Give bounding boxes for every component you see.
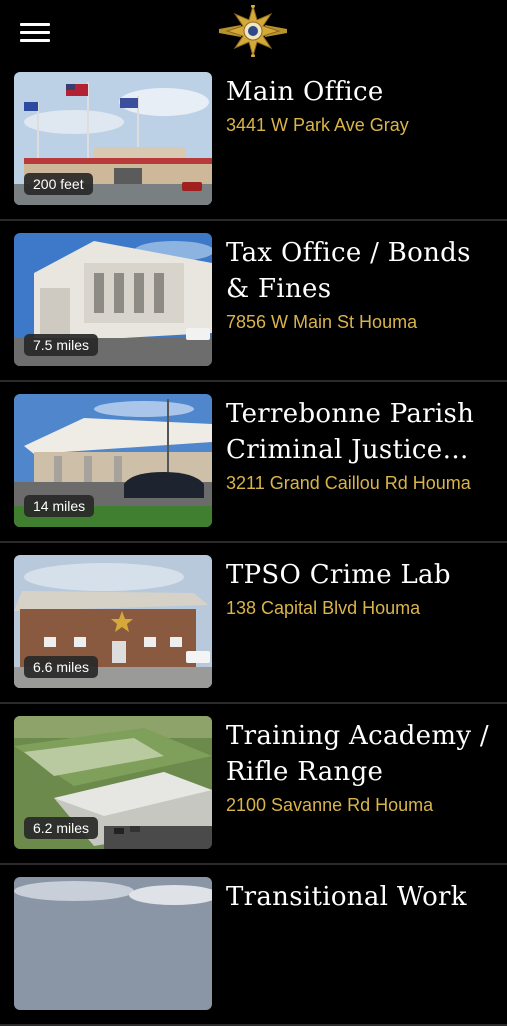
location-name: Training Academy / Rifle Range <box>226 721 489 787</box>
hamburger-menu-icon[interactable] <box>20 22 50 44</box>
location-photo: 7.5 miles <box>14 233 212 366</box>
list-item[interactable]: 200 feet Main Office 3441 W Park Ave Gra… <box>0 60 507 221</box>
distance-badge: 6.6 miles <box>24 656 99 678</box>
location-address: 2100 Savanne Rd Houma <box>226 795 434 815</box>
location-list: 200 feet Main Office 3441 W Park Ave Gra… <box>0 60 507 1026</box>
location-photo: 6.2 miles <box>14 716 212 849</box>
list-item[interactable]: 7.5 miles Tax Office / Bonds & Fines 785… <box>0 221 507 382</box>
location-address: 7856 W Main St Houma <box>226 312 418 332</box>
location-address: 3211 Grand Caillou Rd Houma <box>226 473 471 493</box>
location-photo: 200 feet <box>14 72 212 205</box>
list-item[interactable]: Transitional Work <box>0 865 507 1026</box>
distance-badge: 200 feet <box>24 173 93 195</box>
list-item[interactable]: 6.2 miles Training Academy / Rifle Range… <box>0 704 507 865</box>
list-item[interactable]: 6.6 miles TPSO Crime Lab 138 Capital Blv… <box>0 543 507 704</box>
list-item[interactable]: 14 miles Terrebonne Parish Criminal Just… <box>0 382 507 543</box>
location-photo: 6.6 miles <box>14 555 212 688</box>
distance-badge: 14 miles <box>24 495 95 517</box>
location-name: Transitional Work <box>226 882 467 912</box>
location-address: 138 Capital Blvd Houma <box>226 598 421 618</box>
location-name: Main Office <box>226 77 384 107</box>
location-name: TPSO Crime Lab <box>226 560 451 590</box>
location-name: Tax Office / Bonds & Fines <box>226 238 471 304</box>
distance-badge: 7.5 miles <box>24 334 99 356</box>
sheriff-star-badge-icon <box>219 5 287 57</box>
location-photo: 14 miles <box>14 394 212 527</box>
location-photo <box>14 877 212 1010</box>
distance-badge: 6.2 miles <box>24 817 99 839</box>
location-name: Terrebonne Parish Criminal Justice Compl… <box>226 399 475 465</box>
location-address: 3441 W Park Ave Gray <box>226 115 409 135</box>
